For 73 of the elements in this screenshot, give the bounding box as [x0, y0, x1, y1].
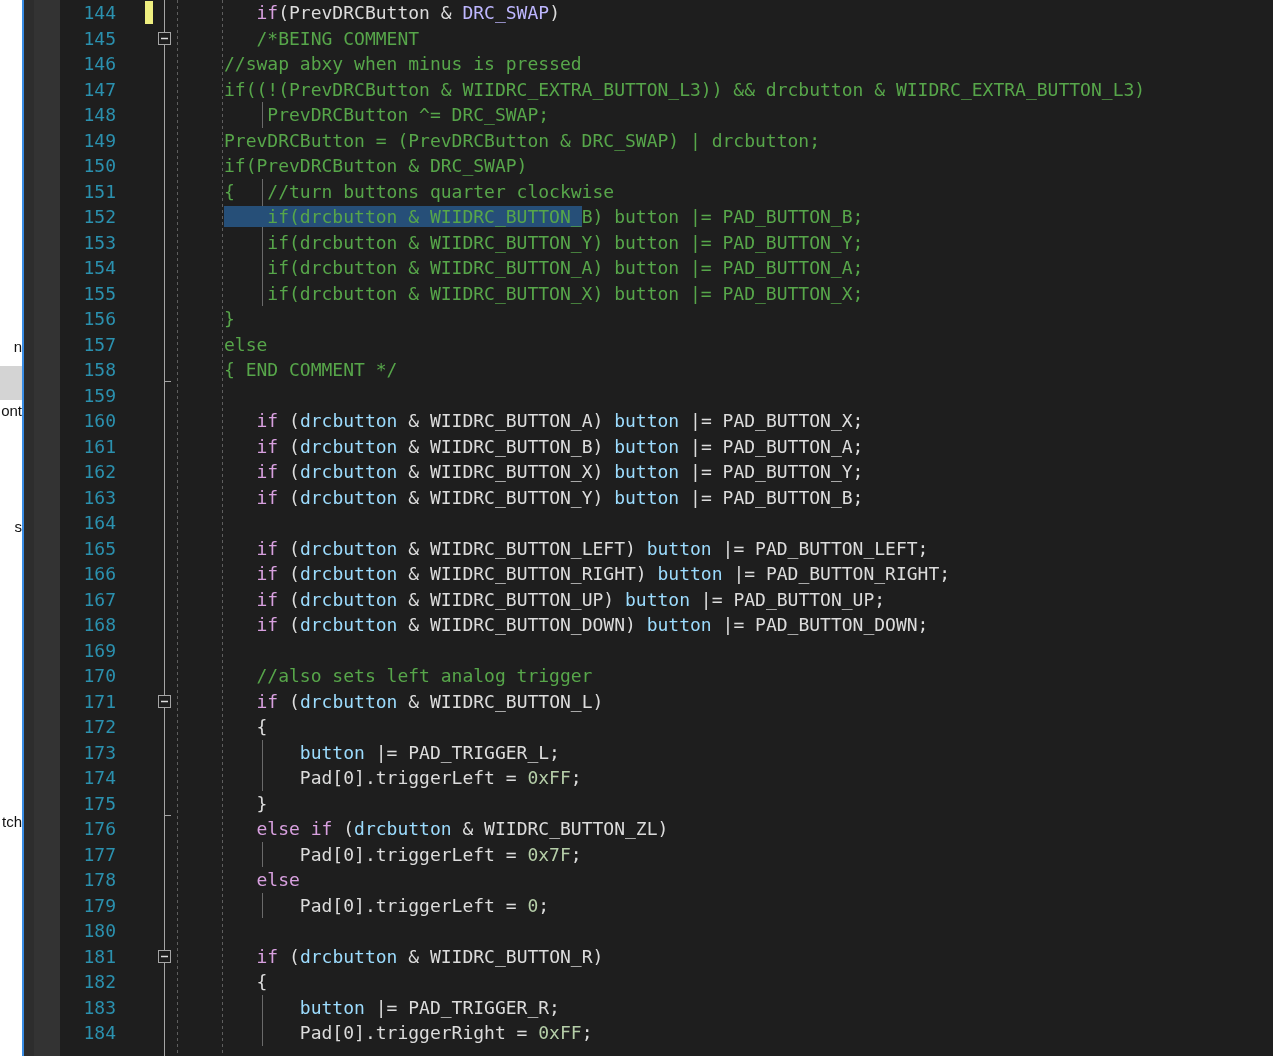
- line-number: 147: [82, 77, 116, 102]
- code-line: if (drcbutton & WIIDRC_BUTTON_R): [255, 944, 604, 969]
- code-line: if (drcbutton & WIIDRC_BUTTON_DOWN) button |= PAD_BUTTON_DOWN;: [255, 613, 929, 637]
- line-number: 163: [82, 485, 116, 510]
- line-number: 162: [82, 460, 116, 484]
- line-number: 155: [82, 281, 116, 306]
- code-line: else: [224, 332, 268, 357]
- code-line: PrevDRCButton = (PrevDRCButton & DRC_SWAP) | drcbutton;: [224, 128, 821, 153]
- line-number: 160: [82, 409, 116, 433]
- code-line: if (drcbutton & WIIDRC_BUTTON_X) button |= PAD_BUTTON_Y;: [255, 460, 864, 484]
- code-line: { END COMMENT */: [224, 358, 398, 382]
- line-number: 146: [82, 52, 116, 76]
- collapse-button[interactable]: [158, 694, 171, 708]
- line-number: 156: [82, 307, 116, 331]
- code-line: if (drcbutton & WIIDRC_BUTTON_LEFT) button |= PAD_BUTTON_LEFT;: [255, 536, 929, 561]
- line-number: 158: [82, 358, 116, 382]
- line-number: 149: [82, 128, 116, 153]
- code-line: {: [255, 970, 268, 994]
- line-number: 151: [82, 179, 116, 204]
- panel-item[interactable]: ont: [0, 400, 22, 422]
- code-line: else if (drcbutton & WIIDRC_BUTTON_ZL): [255, 817, 669, 841]
- collapse-button[interactable]: [158, 949, 171, 963]
- line-number: 165: [82, 536, 116, 561]
- line-number: 173: [82, 740, 116, 765]
- code-line: if (drcbutton & WIIDRC_BUTTON_RIGHT) button |= PAD_BUTTON_RIGHT;: [255, 562, 951, 586]
- code-line: /*BEING COMMENT: [255, 26, 420, 51]
- line-number: 150: [82, 154, 116, 178]
- code-line: if (drcbutton & WIIDRC_BUTTON_B) button |= PAD_BUTTON_A;: [255, 434, 864, 459]
- code-line: //swap abxy when minus is pressed: [224, 52, 582, 76]
- line-number: 180: [82, 919, 116, 943]
- line-number: 154: [82, 256, 116, 280]
- panel-item[interactable]: tch: [0, 811, 22, 833]
- line-number: 183: [82, 995, 116, 1020]
- line-number: 181: [82, 944, 116, 969]
- line-number: 145: [82, 26, 116, 51]
- line-number: 177: [82, 842, 116, 867]
- line-number: 167: [82, 587, 116, 612]
- code-line: else: [255, 868, 300, 892]
- line-number: 178: [82, 868, 116, 892]
- line-number: 166: [82, 562, 116, 586]
- line-number: 169: [82, 638, 116, 663]
- line-number: 168: [82, 613, 116, 637]
- code-line: //also sets left analog trigger: [255, 664, 593, 688]
- collapse-button[interactable]: [158, 31, 171, 45]
- panel-item[interactable]: n: [0, 336, 22, 358]
- line-number: 174: [82, 766, 116, 790]
- line-number: 153: [82, 230, 116, 255]
- line-number: 184: [82, 1021, 116, 1045]
- line-number: 152: [82, 205, 116, 229]
- code-line: if (drcbutton & WIIDRC_BUTTON_Y) button |= PAD_BUTTON_B;: [255, 485, 864, 510]
- line-number: 176: [82, 817, 116, 841]
- line-number: 144: [82, 1, 116, 25]
- line-number: 161: [82, 434, 116, 459]
- code-line: if(PrevDRCButton & DRC_SWAP): [255, 1, 560, 25]
- code-line: if (drcbutton & WIIDRC_BUTTON_UP) button |= PAD_BUTTON_UP;: [255, 587, 886, 612]
- code-line: }: [255, 791, 268, 816]
- line-number: 159: [82, 383, 116, 408]
- line-number: 148: [82, 103, 116, 127]
- line-number: 172: [82, 715, 116, 739]
- panel-item[interactable]: s: [0, 516, 22, 538]
- code-line: if (drcbutton & WIIDRC_BUTTON_L): [255, 689, 604, 714]
- line-number: 164: [82, 511, 116, 535]
- code-line: {: [255, 715, 268, 739]
- code-line: if(PrevDRCButton & DRC_SWAP): [224, 154, 528, 178]
- code-line: if (drcbutton & WIIDRC_BUTTON_A) button |= PAD_BUTTON_X;: [255, 409, 864, 433]
- line-number: 179: [82, 893, 116, 918]
- line-number: 171: [82, 689, 116, 714]
- line-number: 157: [82, 332, 116, 357]
- line-number: 175: [82, 791, 116, 816]
- code-line: }: [224, 307, 235, 331]
- code-line: if((!(PrevDRCButton & WIIDRC_EXTRA_BUTTON_L3)) && drcbutton & WIIDRC_EXTRA_BUTTON_L3): [224, 77, 1146, 102]
- line-number: 182: [82, 970, 116, 994]
- line-number: 170: [82, 664, 116, 688]
